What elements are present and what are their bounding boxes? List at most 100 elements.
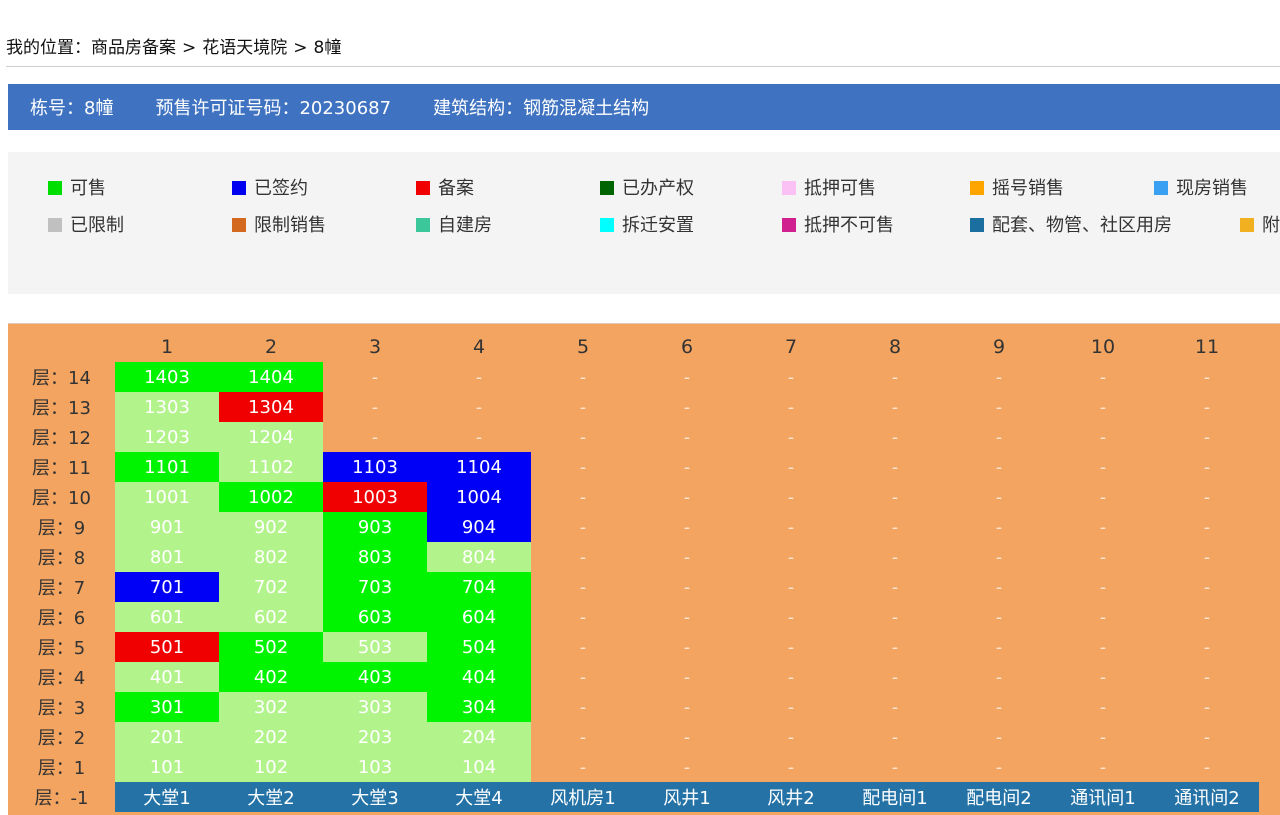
unit-cell[interactable]: 502 xyxy=(219,632,323,662)
legend-label: 可售 xyxy=(70,178,106,199)
unit-cell[interactable]: 204 xyxy=(427,722,531,752)
empty-cell: - xyxy=(995,546,1003,568)
empty-cell: - xyxy=(1099,396,1107,418)
column-number: 8 xyxy=(888,336,902,358)
empty-cell: - xyxy=(1099,696,1107,718)
unit-cell[interactable]: 1404 xyxy=(219,362,323,392)
unit-cell[interactable]: 801 xyxy=(115,542,219,572)
empty-cell: - xyxy=(1203,756,1211,778)
unit-cell[interactable]: 903 xyxy=(323,512,427,542)
empty-cell: - xyxy=(891,576,899,598)
unit-cell[interactable]: 102 xyxy=(219,752,323,782)
unit-cell[interactable]: 1001 xyxy=(115,482,219,512)
empty-cell: - xyxy=(579,516,587,538)
unit-cell[interactable]: 风井1 xyxy=(635,782,739,812)
unit-cell[interactable]: 504 xyxy=(427,632,531,662)
breadcrumb-item-commercial[interactable]: 商品房备案 xyxy=(91,38,176,58)
unit-cell[interactable]: 大堂4 xyxy=(427,782,531,812)
empty-cell: - xyxy=(579,636,587,658)
unit-cell[interactable]: 配电间2 xyxy=(947,782,1051,812)
unit-cell[interactable]: 804 xyxy=(427,542,531,572)
unit-cell[interactable]: 1203 xyxy=(115,422,219,452)
empty-cell: - xyxy=(1203,576,1211,598)
unit-cell[interactable]: 风井2 xyxy=(739,782,843,812)
empty-cell: - xyxy=(787,546,795,568)
unit-cell[interactable]: 202 xyxy=(219,722,323,752)
unit-cell[interactable]: 902 xyxy=(219,512,323,542)
floor-row: 层：14 1403 1404 - - - - - - - - - xyxy=(8,362,1259,392)
unit-cell[interactable]: 1002 xyxy=(219,482,323,512)
legend-swatch xyxy=(970,218,984,232)
unit-cell[interactable]: 通讯间2 xyxy=(1155,782,1259,812)
unit-cell[interactable]: 501 xyxy=(115,632,219,662)
unit-cell[interactable]: 403 xyxy=(323,662,427,692)
empty-cell: - xyxy=(787,516,795,538)
unit-cell[interactable]: 1102 xyxy=(219,452,323,482)
unit-cell[interactable]: 大堂2 xyxy=(219,782,323,812)
unit-cell[interactable]: 503 xyxy=(323,632,427,662)
unit-cell[interactable]: 大堂3 xyxy=(323,782,427,812)
empty-cell: - xyxy=(579,576,587,598)
unit-cell[interactable]: 1103 xyxy=(323,452,427,482)
legend-item: 自建房 xyxy=(416,207,492,244)
unit-cell[interactable]: 703 xyxy=(323,572,427,602)
presale-permit: 预售许可证号码：20230687 xyxy=(155,98,392,119)
empty-cell: - xyxy=(1203,636,1211,658)
unit-cell[interactable]: 301 xyxy=(115,692,219,722)
unit-cell[interactable]: 大堂1 xyxy=(115,782,219,812)
legend-swatch xyxy=(600,218,614,232)
unit-cell[interactable]: 1403 xyxy=(115,362,219,392)
unit-cell[interactable]: 1304 xyxy=(219,392,323,422)
unit-cell[interactable]: 701 xyxy=(115,572,219,602)
empty-cell: - xyxy=(683,546,691,568)
unit-cell[interactable]: 104 xyxy=(427,752,531,782)
unit-cell[interactable]: 602 xyxy=(219,602,323,632)
unit-cell[interactable]: 604 xyxy=(427,602,531,632)
unit-cell[interactable]: 1204 xyxy=(219,422,323,452)
empty-cell: - xyxy=(683,456,691,478)
unit-cell[interactable]: 303 xyxy=(323,692,427,722)
unit-cell[interactable]: 802 xyxy=(219,542,323,572)
empty-cell: - xyxy=(891,636,899,658)
unit-cell[interactable]: 配电间1 xyxy=(843,782,947,812)
unit-cell[interactable]: 1101 xyxy=(115,452,219,482)
unit-cell[interactable]: 904 xyxy=(427,512,531,542)
unit-cell[interactable]: 1104 xyxy=(427,452,531,482)
empty-cell: - xyxy=(579,396,587,418)
unit-cell[interactable]: 1003 xyxy=(323,482,427,512)
empty-cell: - xyxy=(1203,696,1211,718)
unit-cell[interactable]: 704 xyxy=(427,572,531,602)
empty-cell: - xyxy=(891,696,899,718)
unit-cell[interactable]: 702 xyxy=(219,572,323,602)
floor-row: 层：9 901 902 903 904 - - - - - - - xyxy=(8,512,1259,542)
empty-cell: - xyxy=(579,486,587,508)
unit-cell[interactable]: 203 xyxy=(323,722,427,752)
legend-swatch xyxy=(1154,181,1168,195)
unit-cell[interactable]: 304 xyxy=(427,692,531,722)
unit-cell[interactable]: 603 xyxy=(323,602,427,632)
unit-cell[interactable]: 302 xyxy=(219,692,323,722)
empty-cell: - xyxy=(1203,726,1211,748)
unit-cell[interactable]: 404 xyxy=(427,662,531,692)
unit-cell[interactable]: 通讯间1 xyxy=(1051,782,1155,812)
floor-label: 层：12 xyxy=(32,428,91,449)
legend-swatch xyxy=(1240,218,1254,232)
unit-cell[interactable]: 201 xyxy=(115,722,219,752)
empty-cell: - xyxy=(579,756,587,778)
unit-cell[interactable]: 101 xyxy=(115,752,219,782)
empty-cell: - xyxy=(891,756,899,778)
unit-cell[interactable]: 1303 xyxy=(115,392,219,422)
unit-cell[interactable]: 901 xyxy=(115,512,219,542)
empty-cell: - xyxy=(1203,516,1211,538)
legend-swatch xyxy=(48,218,62,232)
unit-cell[interactable]: 1004 xyxy=(427,482,531,512)
floor-label: 层：4 xyxy=(37,668,86,689)
unit-cell[interactable]: 103 xyxy=(323,752,427,782)
unit-cell[interactable]: 402 xyxy=(219,662,323,692)
unit-cell[interactable]: 风机房1 xyxy=(531,782,635,812)
unit-cell[interactable]: 401 xyxy=(115,662,219,692)
unit-cell[interactable]: 601 xyxy=(115,602,219,632)
empty-cell: - xyxy=(787,486,795,508)
breadcrumb-item-project[interactable]: 花语天境院 xyxy=(202,38,287,58)
unit-cell[interactable]: 803 xyxy=(323,542,427,572)
